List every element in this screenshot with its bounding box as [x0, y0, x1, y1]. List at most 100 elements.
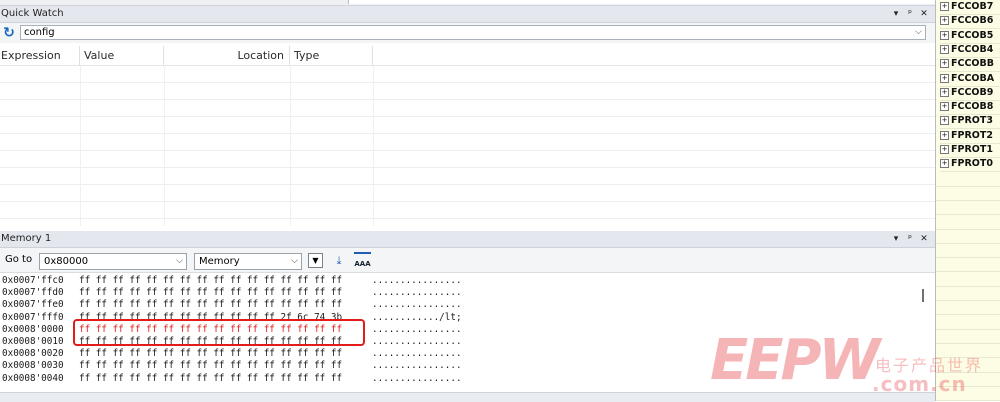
- memory-addr: 0x0008'0030: [2, 360, 64, 372]
- register-item[interactable]: + FPROT1: [940, 143, 1000, 158]
- register-item[interactable]: + FCCOB8: [940, 100, 1000, 116]
- memory-bytes: ff ff ff ff ff ff ff ff ff ff ff ff ff f…: [79, 275, 343, 286]
- register-label: FPROT3: [951, 115, 993, 127]
- register-label: FCCOB5: [951, 29, 994, 41]
- register-label: FPROT2: [951, 129, 993, 141]
- register-item[interactable]: + FCCOB5: [940, 29, 1000, 44]
- dropdown-icon[interactable]: ▾: [890, 6, 902, 22]
- chevron-down-icon[interactable]: ⌵: [291, 254, 298, 269]
- memory-bytes: ff ff ff ff ff ff ff ff ff ff ff ff ff f…: [79, 360, 343, 372]
- goto-address-value: 0x80000: [44, 256, 89, 267]
- column-value[interactable]: Value: [80, 46, 164, 65]
- register-empty-row: [936, 257, 1000, 273]
- register-item[interactable]: + FCCOBB: [940, 57, 1000, 73]
- highlight-annotation: [73, 319, 365, 346]
- memory-addr: 0x0007'ffe0: [2, 299, 64, 311]
- grid-line: [164, 66, 165, 226]
- register-empty-row: [936, 300, 1000, 316]
- memory-ascii: ................: [372, 299, 462, 311]
- memory-addr: 0x0008'0000: [2, 323, 64, 335]
- register-item[interactable]: + FCCOB6: [940, 14, 1000, 30]
- expand-icon[interactable]: +: [940, 30, 949, 40]
- register-item[interactable]: + FCCOB7: [940, 0, 1000, 15]
- expand-icon[interactable]: +: [940, 145, 949, 154]
- register-label: FCCOB7: [951, 1, 994, 12]
- pin-icon[interactable]: ᵖ: [904, 231, 916, 247]
- pin-icon[interactable]: ᵖ: [904, 6, 916, 22]
- expression-input[interactable]: config ⌵: [20, 25, 926, 40]
- memory-bytes: ff ff ff ff ff ff ff ff ff ff ff ff ff f…: [79, 287, 343, 299]
- quick-watch-header: Expression Value Location Type: [0, 46, 935, 66]
- register-item[interactable]: + FPROT2: [940, 129, 1000, 144]
- register-item[interactable]: + FCCOB9: [940, 86, 1000, 101]
- memory-bytes: ff ff ff ff ff ff ff ff ff ff ff ff ff f…: [79, 299, 343, 311]
- watermark-url: .com.cn: [872, 372, 967, 396]
- quick-watch-titlebar: Quick Watch ▾ ᵖ ✕: [0, 6, 935, 23]
- register-item[interactable]: + FPROT3: [940, 114, 1000, 130]
- grid-line: [290, 66, 291, 226]
- memory-addr: 0x0007'ffc0: [2, 275, 64, 286]
- grid-line: [80, 66, 81, 226]
- register-label: FCCOB8: [951, 101, 994, 113]
- memory-bytes: ff ff ff ff ff ff ff ff ff ff ff ff ff f…: [79, 372, 343, 384]
- download-icon[interactable]: ⤓: [331, 252, 347, 269]
- register-empty-row: [936, 229, 1000, 244]
- expand-icon[interactable]: +: [940, 59, 949, 69]
- watermark-logo: EEPW: [710, 328, 880, 393]
- quick-watch-grid: [0, 66, 935, 226]
- expand-icon[interactable]: +: [940, 2, 949, 11]
- register-item[interactable]: + FCCOBA: [940, 72, 1000, 87]
- register-label: FCCOB9: [951, 86, 994, 98]
- close-icon[interactable]: ✕: [918, 231, 930, 247]
- chevron-down-icon[interactable]: ⌵: [176, 254, 183, 269]
- top-tab-area: [348, 0, 936, 4]
- column-type[interactable]: Type: [290, 46, 373, 65]
- scrollbar-thumb[interactable]: [922, 289, 924, 302]
- register-empty-row: [936, 243, 1000, 259]
- expand-icon[interactable]: +: [940, 116, 949, 126]
- column-expression[interactable]: Expression: [0, 46, 80, 65]
- memory-ascii: ................: [372, 372, 462, 384]
- memory-addr: 0x0008'0010: [2, 336, 64, 347]
- memory-ascii: ................: [372, 323, 462, 335]
- register-label: FCCOBA: [951, 72, 995, 84]
- register-item[interactable]: + FCCOB4: [940, 43, 1000, 58]
- register-empty-row: [936, 186, 1000, 201]
- expand-icon[interactable]: +: [940, 102, 949, 112]
- quick-watch-title: Quick Watch: [1, 8, 64, 19]
- memory-ascii: ................: [372, 336, 462, 347]
- register-empty-row: [936, 172, 1000, 187]
- goto-address-combo[interactable]: 0x80000 ⌵: [39, 253, 187, 270]
- close-icon[interactable]: ✕: [918, 6, 930, 22]
- memory-title: Memory 1: [1, 233, 52, 244]
- memory-addr: 0x0007'fff0: [2, 311, 64, 323]
- memory-ascii: ................: [372, 348, 462, 360]
- column-location[interactable]: Location: [164, 46, 290, 65]
- register-empty-row: [936, 315, 1000, 330]
- expand-icon[interactable]: +: [940, 130, 949, 140]
- register-item[interactable]: + FPROT0: [940, 157, 1000, 173]
- memory-addr: 0x0008'0040: [2, 372, 64, 384]
- expand-icon[interactable]: +: [940, 44, 949, 54]
- register-empty-row: [936, 286, 1000, 301]
- expand-icon[interactable]: +: [940, 159, 949, 169]
- expand-icon[interactable]: +: [940, 16, 949, 26]
- register-label: FPROT0: [951, 158, 993, 170]
- display-options-button[interactable]: ▼: [308, 253, 323, 268]
- chevron-down-icon[interactable]: ⌵: [915, 26, 922, 39]
- goto-label: Go to: [5, 254, 33, 265]
- dropdown-icon[interactable]: ▾: [890, 231, 902, 247]
- expression-input-value: config: [24, 27, 55, 38]
- memory-zone-combo[interactable]: Memory ⌵: [194, 253, 302, 270]
- memory-zone-value: Memory: [199, 256, 240, 267]
- register-empty-row: [936, 329, 1000, 344]
- register-label: FCCOB4: [951, 43, 994, 55]
- expand-icon[interactable]: +: [940, 87, 949, 97]
- memory-ascii: ................: [372, 275, 462, 286]
- ascii-toggle-icon[interactable]: AAA: [354, 252, 371, 269]
- memory-addr: 0x0008'0020: [2, 348, 64, 360]
- memory-titlebar: Memory 1 ▾ ᵖ ✕: [0, 231, 935, 248]
- expand-icon[interactable]: +: [940, 73, 949, 83]
- register-empty-row: [936, 200, 1000, 216]
- refresh-icon[interactable]: ↻: [1, 25, 17, 41]
